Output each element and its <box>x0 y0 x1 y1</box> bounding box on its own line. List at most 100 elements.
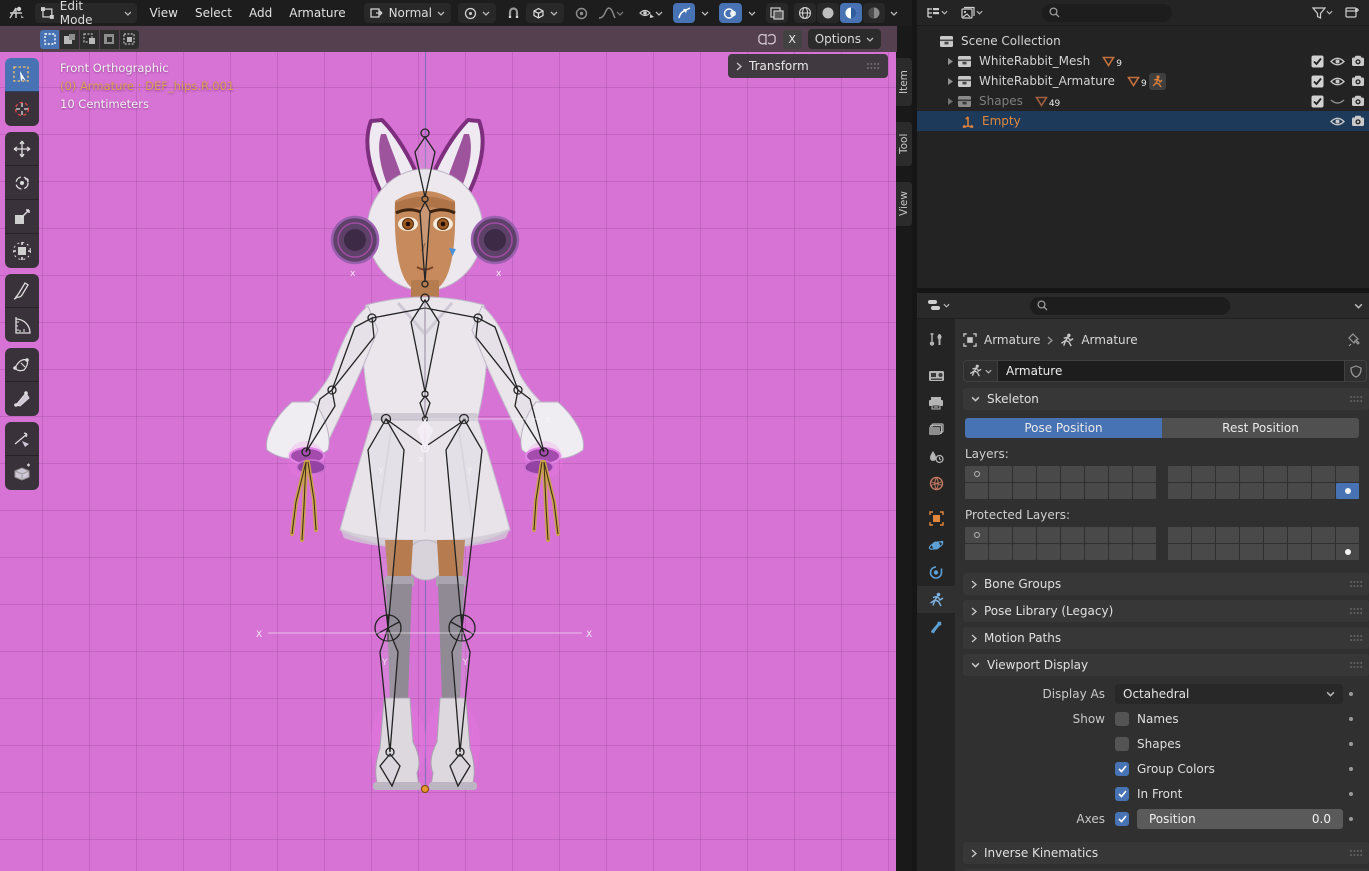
layer-cell[interactable] <box>1312 483 1335 499</box>
layer-cell[interactable] <box>989 544 1012 560</box>
layer-cell[interactable] <box>1240 483 1263 499</box>
eye-icon[interactable] <box>1330 116 1345 127</box>
menu-add[interactable]: Add <box>244 6 277 20</box>
axes-checkbox[interactable] <box>1115 812 1129 826</box>
show-overlays-toggle[interactable] <box>719 3 742 23</box>
layer-cell[interactable] <box>1085 544 1108 560</box>
animate-dot[interactable] <box>1349 692 1353 696</box>
layer-cell[interactable] <box>1240 466 1263 482</box>
outliner-row-empty[interactable]: Empty <box>917 111 1369 131</box>
drag-handle-icon[interactable] <box>1349 661 1363 669</box>
layer-cell[interactable] <box>1061 466 1084 482</box>
layer-cell[interactable] <box>1264 544 1287 560</box>
new-collection-button[interactable] <box>1341 3 1364 23</box>
pivot-dropdown[interactable] <box>458 3 496 23</box>
layer-cell[interactable] <box>989 527 1012 543</box>
tool-transform[interactable] <box>5 234 39 268</box>
layer-cell[interactable] <box>965 544 988 560</box>
layer-cell[interactable] <box>1168 527 1191 543</box>
outliner-row-whiterabbit-armature[interactable]: WhiteRabbit_Armature 9 <box>917 71 1369 91</box>
tool-shear[interactable] <box>5 422 39 456</box>
visibility-dropdown[interactable] <box>635 3 667 23</box>
menu-select[interactable]: Select <box>190 6 237 20</box>
layer-cell[interactable] <box>1336 483 1359 499</box>
tab-view[interactable]: View <box>896 182 912 226</box>
breadcrumb-object[interactable]: Armature <box>984 333 1040 347</box>
layer-cell[interactable] <box>1192 483 1215 499</box>
shading-solid-button[interactable] <box>817 3 839 23</box>
layer-cell[interactable] <box>1109 466 1132 482</box>
tab-tool-properties[interactable] <box>917 327 955 354</box>
tab-tool[interactable]: Tool <box>896 122 912 166</box>
breadcrumb-data[interactable]: Armature <box>1081 333 1137 347</box>
pose-position-button[interactable]: Pose Position <box>965 418 1162 438</box>
menu-armature[interactable]: Armature <box>284 6 350 20</box>
layer-cell[interactable] <box>1216 483 1239 499</box>
filter-type-dropdown[interactable] <box>957 3 987 23</box>
layer-cell[interactable] <box>989 466 1012 482</box>
layer-cell[interactable] <box>1133 466 1156 482</box>
tool-cursor[interactable] <box>5 92 39 126</box>
menu-view[interactable]: View <box>144 6 182 20</box>
mirror-x-toggle[interactable]: X <box>783 30 802 49</box>
drag-handle-icon[interactable] <box>866 62 880 70</box>
layer-cell[interactable] <box>989 483 1012 499</box>
layer-cell[interactable] <box>1312 466 1335 482</box>
exclude-checkbox-icon[interactable] <box>1311 75 1324 88</box>
layer-cell[interactable] <box>1336 527 1359 543</box>
outliner-filter-dropdown[interactable] <box>1308 3 1337 23</box>
layer-cell[interactable] <box>1192 466 1215 482</box>
layer-cell[interactable] <box>1013 527 1036 543</box>
layer-cell[interactable] <box>1061 483 1084 499</box>
layer-cell[interactable] <box>1133 483 1156 499</box>
datablock-type-dropdown[interactable] <box>963 360 997 382</box>
layer-cell[interactable] <box>1133 544 1156 560</box>
camera-icon[interactable] <box>1351 95 1365 107</box>
fake-user-button[interactable] <box>1345 360 1367 382</box>
layer-cell[interactable] <box>1264 466 1287 482</box>
display-mode-dropdown[interactable] <box>922 3 952 23</box>
layer-cell[interactable] <box>1336 544 1359 560</box>
select-mode-intersect[interactable] <box>120 30 139 49</box>
layer-cell[interactable] <box>1192 527 1215 543</box>
snap-toggle[interactable] <box>503 3 524 23</box>
properties-editor-type-button[interactable] <box>923 296 954 316</box>
layer-cell[interactable] <box>1312 527 1335 543</box>
names-checkbox[interactable] <box>1115 712 1129 726</box>
select-mode-invert[interactable] <box>100 30 119 49</box>
layer-cell[interactable] <box>1037 466 1060 482</box>
options-dropdown[interactable]: Options <box>808 29 881 49</box>
tool-measure[interactable] <box>5 308 39 342</box>
layer-cell[interactable] <box>1013 483 1036 499</box>
tool-move[interactable] <box>5 132 39 166</box>
layer-cell[interactable] <box>1192 544 1215 560</box>
outliner-row-whiterabbit-mesh[interactable]: WhiteRabbit_Mesh 9 <box>917 51 1369 71</box>
xray-toggle[interactable] <box>766 3 788 23</box>
orientation-dropdown[interactable]: Normal <box>364 3 451 23</box>
outliner-row-scene-collection[interactable]: Scene Collection <box>917 31 1369 51</box>
layer-cell[interactable] <box>1216 527 1239 543</box>
animate-dot[interactable] <box>1349 792 1353 796</box>
layer-cell[interactable] <box>1037 544 1060 560</box>
mode-dropdown[interactable]: Edit Mode <box>35 3 137 23</box>
rest-position-button[interactable]: Rest Position <box>1162 418 1359 438</box>
select-mode-new[interactable] <box>40 30 59 49</box>
layer-cell[interactable] <box>1109 544 1132 560</box>
display-as-dropdown[interactable]: Octahedral <box>1115 684 1343 704</box>
drag-handle-icon[interactable] <box>1349 849 1363 857</box>
layer-cell[interactable] <box>1216 544 1239 560</box>
layer-cell[interactable] <box>1085 527 1108 543</box>
layer-cell[interactable] <box>1288 466 1311 482</box>
panel-header-viewport-display[interactable]: Viewport Display <box>963 654 1369 676</box>
properties-search-input[interactable] <box>1030 297 1230 315</box>
proportional-editing-toggle[interactable] <box>571 3 592 23</box>
tool-roll[interactable] <box>5 348 39 382</box>
panel-header-pose-library[interactable]: Pose Library (Legacy) <box>963 600 1369 622</box>
snap-target-dropdown[interactable] <box>526 3 564 23</box>
layer-cell[interactable] <box>1037 483 1060 499</box>
tool-bone-envelope[interactable] <box>5 382 39 416</box>
tab-object-properties[interactable] <box>917 505 955 532</box>
drag-handle-icon[interactable] <box>1349 395 1363 403</box>
axes-position-slider[interactable]: Position 0.0 <box>1137 809 1343 829</box>
layer-cell[interactable] <box>1061 527 1084 543</box>
